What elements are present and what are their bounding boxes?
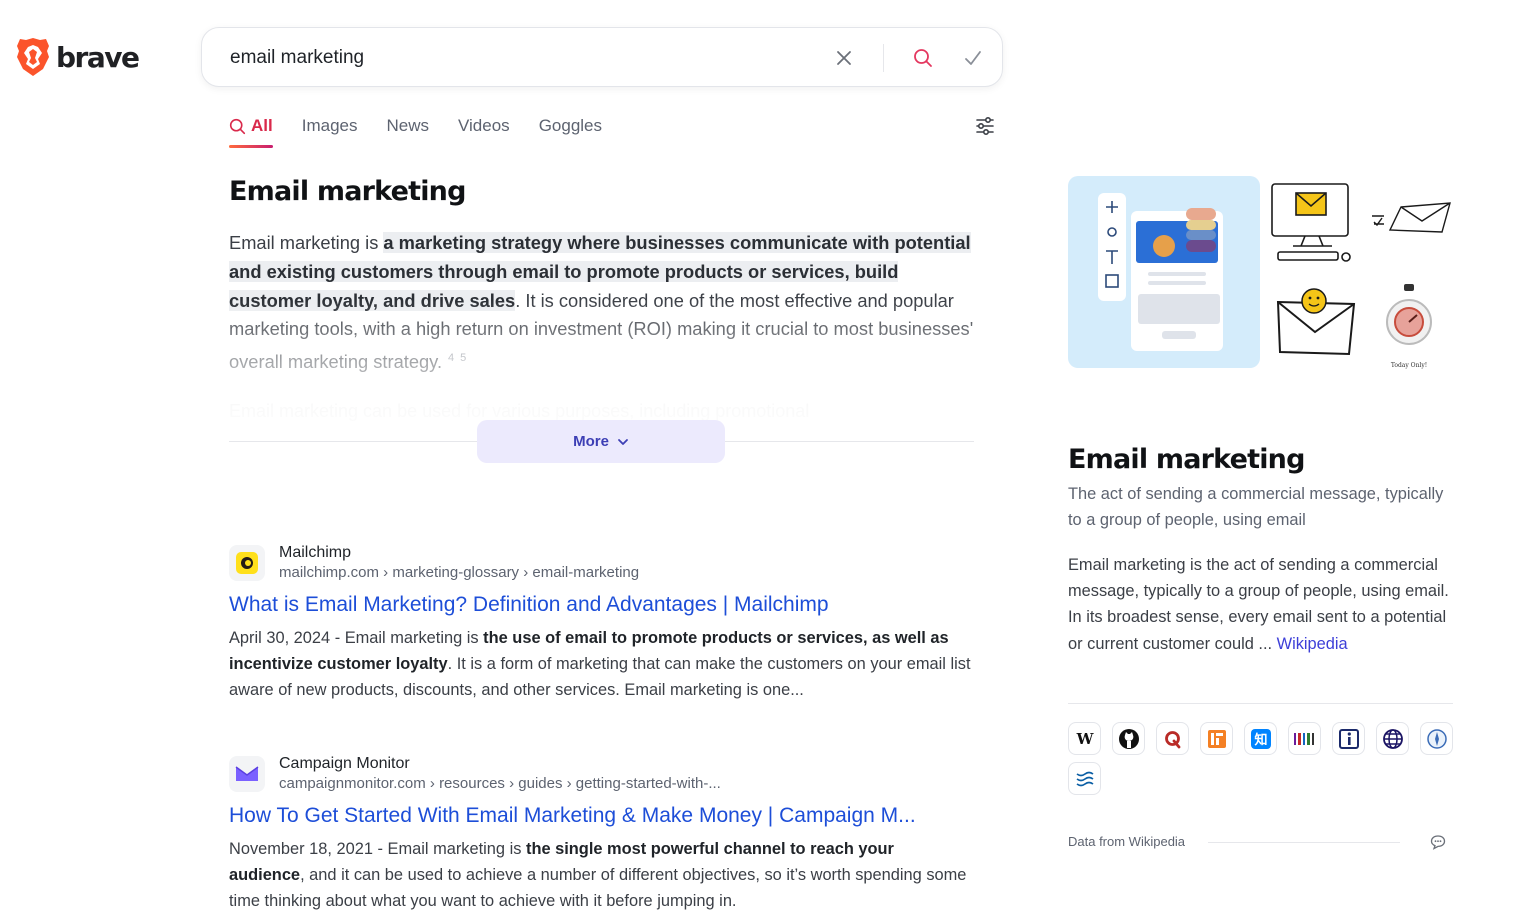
tab-label: News [386, 116, 429, 135]
tab-images[interactable]: Images [302, 113, 358, 139]
more-button[interactable]: More [477, 420, 725, 463]
citation-link[interactable]: 5 [460, 352, 466, 364]
more-label: More [573, 433, 609, 450]
result-site-name: Campaign Monitor [279, 755, 410, 772]
check-icon [965, 51, 981, 65]
wikipedia-icon[interactable]: W [1068, 722, 1101, 755]
quora-icon[interactable] [1156, 722, 1189, 755]
snippet-text: Email marketing is [387, 840, 526, 858]
stackoverflow-icon[interactable] [1200, 722, 1233, 755]
mailchimp-favicon [229, 545, 265, 581]
search-icon [229, 118, 246, 134]
wikipedia-link[interactable]: Wikipedia [1277, 635, 1348, 653]
result-header[interactable]: Mailchimp mailchimp.com › marketing-glos… [229, 543, 989, 583]
tab-goggles[interactable]: Goggles [539, 113, 602, 139]
snippet-text: Email marketing is [344, 629, 484, 647]
brave-lion-icon [17, 38, 49, 76]
wave-icon[interactable] [1068, 762, 1101, 795]
tab-label: Images [301, 116, 358, 135]
barcode-icon[interactable] [1288, 722, 1321, 755]
search-result: Campaign Monitor campaignmonitor.com › r… [229, 754, 989, 915]
timer-image[interactable]: Today Only! [1366, 278, 1452, 369]
svg-text:知: 知 [1254, 732, 1267, 748]
search-tabs: All Images News Videos Goggles [229, 113, 602, 148]
campaign-monitor-favicon [229, 756, 265, 792]
knowledge-panel-divider [1068, 703, 1453, 704]
email-editor-image[interactable] [1068, 176, 1260, 368]
result-header[interactable]: Campaign Monitor campaignmonitor.com › r… [229, 754, 989, 794]
zhihu-icon[interactable]: 知 [1244, 722, 1277, 755]
brave-wordmark: brave [56, 40, 140, 74]
tab-label: All [251, 116, 273, 135]
profile-links: W 知 [1068, 722, 1468, 795]
compass-icon[interactable] [1420, 722, 1453, 755]
result-date: April 30, 2024 - [229, 629, 345, 647]
search-input[interactable] [230, 44, 810, 72]
close-icon [837, 51, 851, 65]
tab-label: Videos [458, 116, 510, 135]
search-button[interactable] [910, 45, 936, 71]
result-snippet: November 18, 2021 - Email marketing is t… [229, 836, 974, 915]
flying-envelope-image[interactable] [1372, 202, 1451, 233]
tab-news[interactable]: News [386, 113, 429, 139]
github-icon[interactable] [1112, 722, 1145, 755]
chevron-down-icon [618, 438, 628, 445]
globe-icon[interactable] [1376, 722, 1409, 755]
info-icon[interactable] [1332, 722, 1365, 755]
tab-all[interactable]: All [229, 113, 273, 148]
svg-text:W: W [1075, 731, 1094, 747]
tab-label: Goggles [538, 116, 603, 135]
result-url: mailchimp.com › marketing-glossary › ema… [279, 564, 640, 581]
knowledge-panel-images: Today Only! [1068, 176, 1456, 376]
summary-title: Email marketing [229, 176, 466, 207]
tab-videos[interactable]: Videos [458, 113, 510, 139]
computer-email-image[interactable] [1271, 183, 1351, 262]
search-icon [914, 49, 932, 67]
knowledge-panel-subtitle: The act of sending a commercial message,… [1068, 485, 1444, 530]
search-bar [201, 27, 1003, 87]
brave-logo[interactable]: brave [16, 37, 140, 77]
result-snippet: April 30, 2024 - Email marketing is the … [229, 625, 974, 704]
timer-caption: Today Only! [1391, 362, 1427, 369]
kp-description-text: Email marketing is the act of sending a … [1068, 556, 1449, 653]
data-source-label: Data from Wikipedia [1068, 834, 1186, 849]
result-url: campaignmonitor.com › resources › guides… [279, 775, 721, 792]
submit-button[interactable] [960, 45, 986, 71]
search-divider [883, 44, 884, 72]
clear-search-button[interactable] [831, 45, 857, 71]
source-divider [1208, 842, 1400, 843]
summary-text: Email marketing is a marketing strategy … [229, 229, 974, 377]
snippet-text: , and it can be used to achieve a number… [229, 866, 967, 911]
envelope-icon [235, 766, 259, 781]
result-site-name: Mailchimp [279, 544, 352, 561]
mailchimp-icon [236, 552, 258, 574]
citation-link[interactable]: 4 [448, 352, 454, 364]
result-title-link[interactable]: What is Email Marketing? Definition and … [229, 591, 974, 619]
knowledge-panel-description: Email marketing is the act of sending a … [1068, 552, 1453, 657]
result-title-link[interactable]: How To Get Started With Email Marketing … [229, 802, 974, 830]
sliders-icon [976, 116, 994, 136]
result-date: November 18, 2021 - [229, 840, 388, 858]
smiley-envelope-image[interactable] [1276, 288, 1356, 356]
feedback-button[interactable] [1430, 834, 1446, 850]
knowledge-panel-title: Email marketing [1068, 444, 1305, 475]
filters-button[interactable] [974, 115, 996, 137]
summary-intro: Email marketing is [229, 232, 384, 253]
chat-bubble-icon [1430, 835, 1446, 850]
search-result: Mailchimp mailchimp.com › marketing-glos… [229, 543, 989, 704]
